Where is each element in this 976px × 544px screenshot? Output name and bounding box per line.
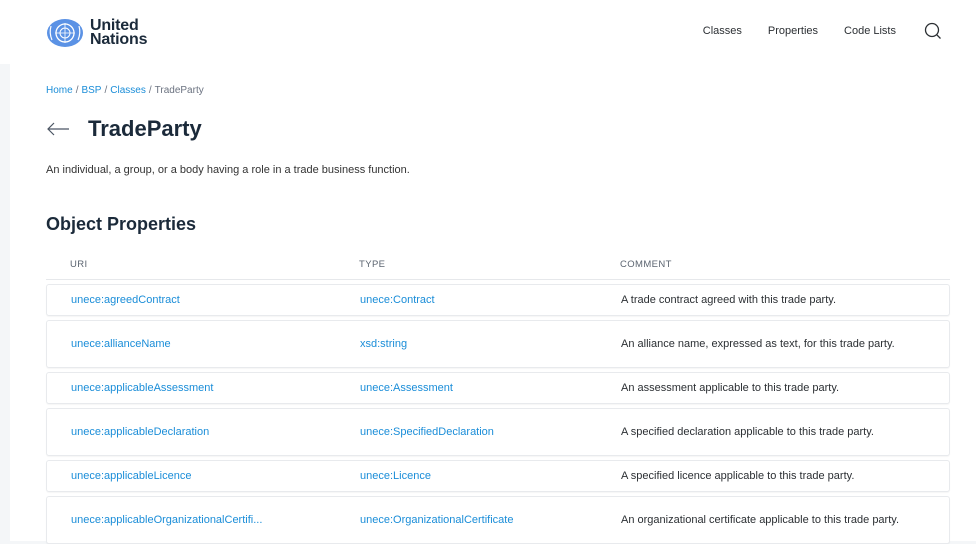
- row-comment: A specified declaration applicable to th…: [621, 425, 874, 438]
- breadcrumb: Home / BSP / Classes / TradeParty: [46, 85, 204, 96]
- row-type-link[interactable]: unece:Contract: [360, 294, 621, 306]
- row-comment: An alliance name, expressed as text, for…: [621, 337, 895, 350]
- breadcrumb-separator: /: [104, 85, 108, 96]
- breadcrumb-classes[interactable]: Classes: [110, 85, 146, 96]
- logo-text: United Nations: [90, 18, 148, 48]
- un-logo[interactable]: United Nations: [46, 18, 147, 48]
- row-type-link[interactable]: unece:SpecifiedDeclaration: [360, 426, 621, 438]
- row-comment: An organizational certificate applicable…: [621, 513, 900, 526]
- main-nav: Classes Properties Code Lists: [703, 22, 942, 40]
- row-uri-link[interactable]: unece:applicableLicence: [71, 470, 360, 482]
- nav-properties[interactable]: Properties: [768, 25, 818, 37]
- main-content: Home / BSP / Classes / TradeParty TradeParty A…: [10, 64, 976, 544]
- column-header-uri: URI: [70, 259, 88, 270]
- row-uri-link[interactable]: unece:applicableOrganizationalCertifi...: [71, 514, 360, 526]
- un-emblem-icon: [47, 19, 83, 47]
- row-comment: A trade contract agreed with this trade …: [621, 293, 837, 306]
- row-type-link[interactable]: unece:OrganizationalCertificate: [360, 514, 621, 526]
- row-comment: An assessment applicable to this trade p…: [621, 381, 840, 394]
- breadcrumb-separator: /: [148, 85, 152, 96]
- table-row: unece:allianceName xsd:string An allianc…: [46, 320, 950, 368]
- table-row: unece:agreedContract unece:Contract A tr…: [46, 284, 950, 316]
- back-arrow-icon[interactable]: [46, 121, 70, 137]
- page-description: An individual, a group, or a body having…: [46, 164, 410, 176]
- row-type-link[interactable]: unece:Licence: [360, 470, 621, 482]
- table-row: unece:applicableOrganizationalCertifi...…: [46, 496, 950, 544]
- row-type-link[interactable]: unece:Assessment: [360, 382, 621, 394]
- breadcrumb-separator: /: [75, 85, 79, 96]
- top-navigation-bar: United Nations Classes Properties Code L…: [0, 0, 976, 64]
- breadcrumb-home[interactable]: Home: [46, 85, 73, 96]
- table-header: URI TYPE COMMENT: [46, 250, 950, 280]
- column-header-type: TYPE: [359, 259, 386, 270]
- breadcrumb-current: TradeParty: [154, 85, 204, 96]
- page-title: TradeParty: [88, 116, 202, 141]
- search-icon[interactable]: [924, 22, 942, 40]
- row-uri-link[interactable]: unece:applicableDeclaration: [71, 426, 360, 438]
- column-header-comment: COMMENT: [620, 259, 672, 270]
- row-uri-link[interactable]: unece:applicableAssessment: [71, 382, 360, 394]
- table-row: unece:applicableDeclaration unece:Specif…: [46, 408, 950, 456]
- table-row: unece:applicableLicence unece:Licence A …: [46, 460, 950, 492]
- row-comment: A specified licence applicable to this t…: [621, 469, 855, 482]
- section-title-object-properties: Object Properties: [46, 214, 197, 234]
- nav-code-lists[interactable]: Code Lists: [844, 25, 896, 37]
- row-uri-link[interactable]: unece:agreedContract: [71, 294, 360, 306]
- row-uri-link[interactable]: unece:allianceName: [71, 338, 360, 350]
- object-properties-table: URI TYPE COMMENT unece:agreedContract un…: [46, 250, 950, 544]
- title-row: TradeParty: [46, 116, 202, 142]
- table-row: unece:applicableAssessment unece:Assessm…: [46, 372, 950, 404]
- breadcrumb-bsp[interactable]: BSP: [81, 85, 101, 96]
- nav-classes[interactable]: Classes: [703, 25, 742, 37]
- row-type-link[interactable]: xsd:string: [360, 338, 621, 350]
- logo-line-2: Nations: [90, 31, 148, 48]
